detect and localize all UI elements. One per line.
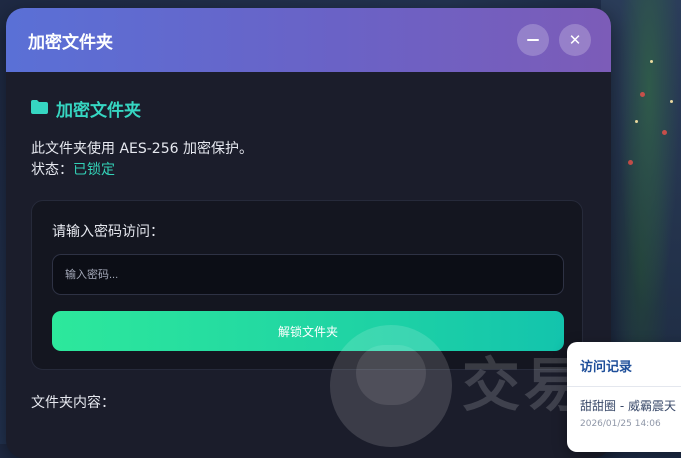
status-label: 状态： xyxy=(31,162,73,178)
folder-status: 状态：已锁定 xyxy=(31,160,586,181)
visit-log-entry-user: 甜甜圈 - 威霸震天 xyxy=(580,399,676,413)
divider xyxy=(567,386,681,387)
folder-heading: 加密文件夹 xyxy=(31,96,586,121)
password-input[interactable] xyxy=(52,254,564,295)
window-title: 加密文件夹 xyxy=(28,32,113,53)
visit-log-card[interactable]: 访问记录 甜甜圈 - 威霸震天 2026/01/25 14:06 xyxy=(567,342,681,452)
light-dot xyxy=(635,120,638,123)
light-dot xyxy=(650,60,653,63)
ornament-dot xyxy=(640,92,645,97)
password-label: 请输入密码访问： xyxy=(52,224,164,240)
close-icon: ✕ xyxy=(568,30,582,49)
minimize-button[interactable] xyxy=(517,24,549,56)
visit-log-title: 访问记录 xyxy=(580,360,633,375)
visit-log-entry-time: 2026/01/25 14:06 xyxy=(580,419,661,429)
window-titlebar[interactable]: 加密文件夹 ✕ xyxy=(6,8,611,72)
ornament-dot xyxy=(628,160,633,165)
encryption-description: 此文件夹使用 AES-256 加密保护。 xyxy=(31,141,253,157)
watermark-cat-face xyxy=(356,345,426,405)
folder-icon xyxy=(31,99,48,118)
status-badge: 已锁定 xyxy=(73,162,115,178)
close-button[interactable]: ✕ xyxy=(559,24,591,56)
folder-name: 加密文件夹 xyxy=(56,101,141,121)
window-controls: ✕ xyxy=(517,24,591,56)
ornament-dot xyxy=(662,130,667,135)
minus-icon xyxy=(527,39,539,41)
light-dot xyxy=(670,100,673,103)
